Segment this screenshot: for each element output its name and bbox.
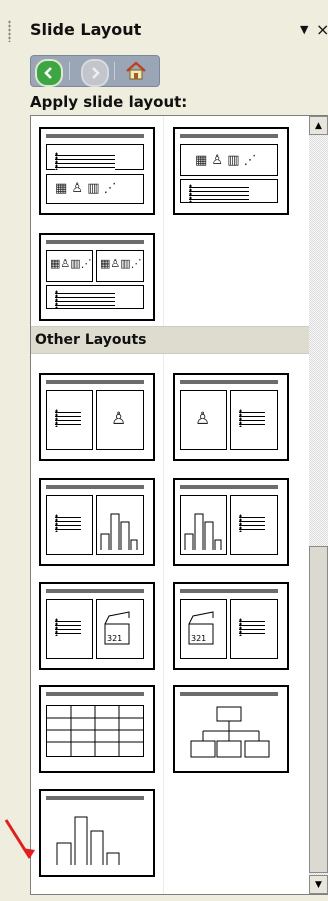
layout-title-and-table[interactable]	[39, 685, 155, 773]
vertical-scrollbar[interactable]: ▲ ▼	[309, 116, 328, 894]
pane-menu-dropdown-icon[interactable]: ▼	[300, 23, 308, 36]
home-icon[interactable]	[123, 59, 149, 83]
other-layouts-header: Other Layouts	[31, 326, 309, 354]
back-arrow-icon[interactable]	[35, 59, 63, 87]
svg-text:321: 321	[191, 634, 206, 643]
svg-text:321: 321	[107, 634, 122, 643]
slide-layout-task-pane: Slide Layout ▼ × Apply slide layout: ▦ ♙…	[0, 0, 328, 901]
navigation-bar	[30, 55, 160, 87]
layout-title-text-and-media-clip[interactable]: 321	[39, 582, 155, 670]
layout-title-and-2-content-over-text[interactable]: ▦ ♙ ▥ ⋰	[39, 127, 155, 215]
column-divider	[163, 116, 164, 326]
panel-grip-handle[interactable]	[8, 20, 11, 42]
nav-separator	[69, 62, 70, 80]
layout-title-media-clip-and-text[interactable]: 321	[173, 582, 289, 670]
layout-title-clip-art-and-text[interactable]: ♙	[173, 373, 289, 461]
apply-slide-layout-label: Apply slide layout:	[30, 93, 188, 111]
other-layouts-label: Other Layouts	[35, 332, 147, 348]
forward-arrow-icon[interactable]	[81, 59, 109, 87]
column-divider	[163, 351, 164, 894]
layout-title-text-and-chart[interactable]	[39, 478, 155, 566]
pane-title: Slide Layout	[30, 20, 142, 39]
layout-gallery: ▦ ♙ ▥ ⋰ ▦ ♙ ▥ ⋰ ▦♙▥⋰ ▦♙▥⋰ Other Layouts …	[30, 115, 328, 895]
nav-separator	[114, 62, 115, 80]
close-pane-icon[interactable]: ×	[316, 20, 328, 39]
layout-title-and-diagram[interactable]	[173, 685, 289, 773]
scroll-up-button[interactable]: ▲	[309, 116, 328, 135]
layout-title-text-and-content[interactable]: ▦ ♙ ▥ ⋰	[173, 127, 289, 215]
layout-title-text-and-clip-art[interactable]: ♙	[39, 373, 155, 461]
scroll-down-button[interactable]: ▼	[309, 875, 328, 894]
layout-title-chart-and-text[interactable]	[173, 478, 289, 566]
layout-title-and-chart[interactable]	[39, 789, 155, 877]
scrollbar-thumb[interactable]	[309, 546, 328, 873]
layout-title-and-4-content[interactable]: ▦♙▥⋰ ▦♙▥⋰	[39, 233, 155, 321]
